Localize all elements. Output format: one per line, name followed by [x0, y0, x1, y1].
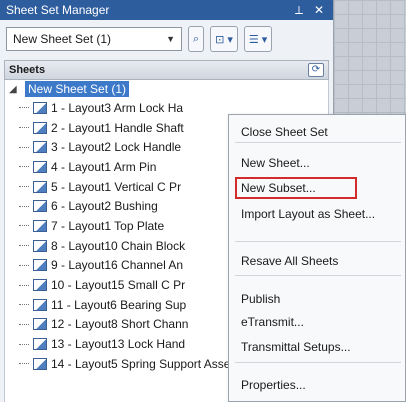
sheet-icon [33, 219, 47, 232]
menu-separator [235, 275, 401, 276]
menu-separator [235, 241, 401, 242]
tree-root-item[interactable]: ◢ New Sheet Set (1) [5, 80, 328, 98]
publish-icon: ⌕ [193, 32, 200, 45]
import-layout-item[interactable]: Import Layout as Sheet... [229, 203, 406, 225]
close-icon[interactable]: ✕ [311, 3, 327, 17]
sheet-icon [33, 239, 47, 252]
sheet-label: 2 - Layout1 Handle Shaft [51, 120, 184, 135]
tree-connector-line [19, 146, 29, 148]
list-icon: ☰ [248, 33, 259, 46]
sheets-section-label: Sheets [9, 64, 46, 76]
tree-connector-line [19, 323, 29, 325]
sheet-icon [33, 259, 47, 272]
chevron-down-icon: ▼ [166, 34, 175, 44]
list-options-button[interactable]: ☰ ▾ [243, 26, 273, 52]
publish-to-dwf-button[interactable]: ⌕ [188, 26, 205, 52]
sheet-set-dropdown-value: New Sheet Set (1) [13, 32, 112, 46]
tree-connector-line [19, 205, 29, 207]
sheet-icon [33, 160, 47, 173]
palette-title: Sheet Set Manager [6, 3, 110, 17]
new-sheet-item[interactable]: New Sheet... [229, 152, 406, 174]
chevron-down-icon: ▾ [261, 33, 268, 46]
sheet-label: 7 - Layout1 Top Plate [51, 218, 165, 233]
chevron-down-icon: ▾ [227, 33, 233, 46]
sheet-icon [33, 279, 47, 292]
context-menu: Close Sheet Set New Sheet... New Subset...… [228, 114, 406, 402]
tree-connector-line [19, 107, 29, 109]
palette-titlebar[interactable]: Sheet Set Manager ⟂ ✕ [0, 0, 333, 20]
close-sheet-set-item[interactable]: Close Sheet Set [229, 121, 406, 143]
properties-item[interactable]: Properties... [229, 374, 406, 396]
resave-all-sheets-item[interactable]: Resave All Sheets [229, 250, 406, 272]
sheet-icon [33, 200, 47, 213]
menu-separator [235, 362, 401, 363]
sheet-label: 13 - Layout13 Lock Hand [51, 337, 186, 352]
sheet-label: 3 - Layout2 Lock Handle [51, 140, 182, 155]
refresh-icon[interactable]: ⟳ [308, 63, 324, 77]
menu-separator [235, 142, 401, 143]
collapse-icon[interactable]: ◢ [9, 84, 21, 95]
sheet-icon [33, 298, 47, 311]
view-options-button[interactable]: ⊡ ▾ [210, 26, 238, 52]
sheet-label: 11 - Layout6 Bearing Sup [51, 297, 187, 312]
sheet-label: 14 - Layout5 Spring Support Assembl [51, 356, 250, 371]
tree-connector-line [19, 264, 29, 266]
sheet-label: 12 - Layout8 Short Chann [51, 317, 189, 332]
publish-item[interactable]: Publish [229, 288, 406, 310]
sheet-icon [33, 180, 47, 193]
palette-toolbar: New Sheet Set (1) ▼ ⌕ ⊡ ▾ ☰ ▾ [0, 20, 333, 58]
tree-root-label: New Sheet Set (1) [25, 81, 130, 97]
sheet-icon [33, 357, 47, 370]
sheets-section-header[interactable]: Sheets ⟳ [4, 60, 329, 80]
sheet-set-dropdown[interactable]: New Sheet Set (1) ▼ [6, 27, 182, 51]
tree-connector-line [19, 166, 29, 168]
etransmit-item[interactable]: eTransmit... [229, 311, 406, 333]
view-icon: ⊡ [215, 33, 225, 46]
sheet-label: 10 - Layout15 Small C Pr [51, 278, 186, 293]
tree-connector-line [19, 304, 29, 306]
tree-connector-line [19, 127, 29, 129]
sheet-label: 9 - Layout16 Channel An [51, 258, 184, 273]
sheet-label: 1 - Layout3 Arm Lock Ha [51, 100, 184, 115]
new-subset-highlight [235, 177, 357, 199]
sheet-label: 6 - Layout2 Bushing [51, 199, 158, 214]
sheet-label: 4 - Layout1 Arm Pin [51, 159, 157, 174]
tree-connector-line [19, 343, 29, 345]
sheet-icon [33, 318, 47, 331]
tree-connector-line [19, 225, 29, 227]
screen: Sheet Set Manager ⟂ ✕ New Sheet Set (1) … [0, 0, 406, 402]
transmittal-setups-item[interactable]: Transmittal Setups... [229, 336, 406, 358]
tree-connector-line [19, 245, 29, 247]
pin-icon[interactable]: ⟂ [291, 3, 307, 18]
tree-connector-line [19, 284, 29, 286]
sheet-icon [33, 141, 47, 154]
sheet-icon [33, 101, 47, 114]
sheet-icon [33, 121, 47, 134]
sheet-label: 5 - Layout1 Vertical C Pr [51, 179, 182, 194]
tree-connector-line [19, 186, 29, 188]
sheet-icon [33, 338, 47, 351]
sheet-label: 8 - Layout10 Chain Block [51, 238, 186, 253]
tree-connector-line [19, 363, 29, 365]
